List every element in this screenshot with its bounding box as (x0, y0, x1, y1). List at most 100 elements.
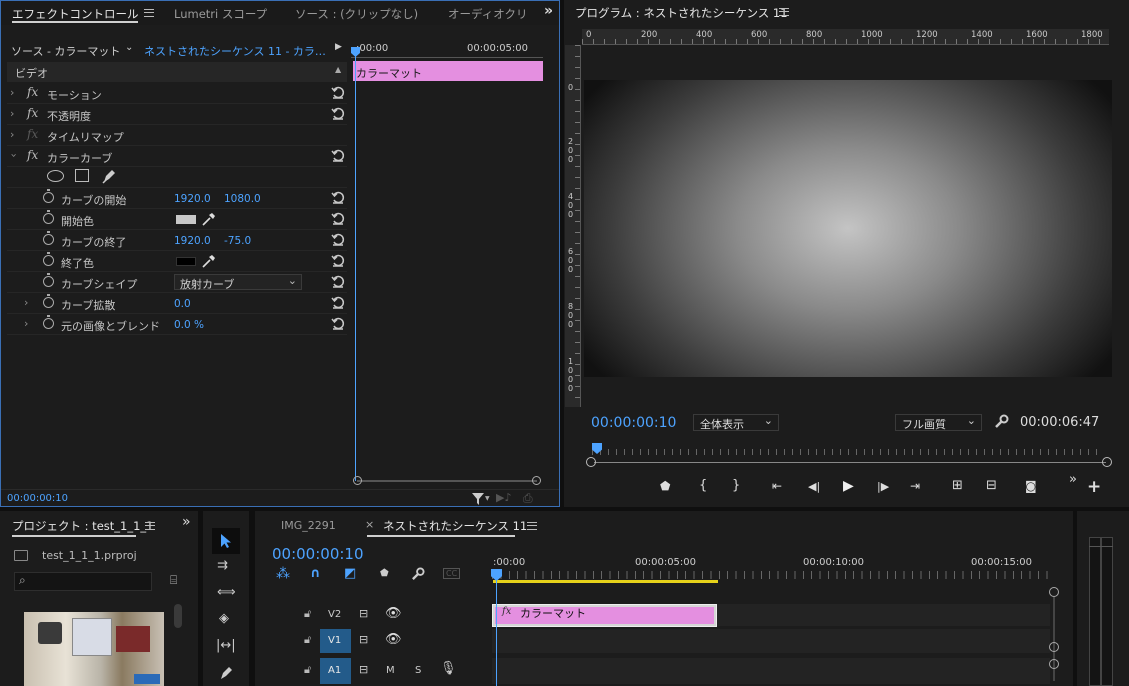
reset-icon[interactable] (331, 106, 345, 120)
slip-icon[interactable]: |↔| (216, 638, 236, 653)
sequence-link[interactable]: ネストされたシーケンス 11 - カラ… (144, 43, 326, 59)
effect-row-motion[interactable]: › fx モーション (7, 83, 347, 104)
timeline-clip-color-matte[interactable]: fx カラーマット (492, 604, 717, 627)
export-frame-icon[interactable]: ◙ (1025, 479, 1037, 493)
extract-icon[interactable]: ⊟ (986, 478, 997, 493)
timeline-v-scroll-handle-top[interactable] (1049, 587, 1059, 597)
program-zoom-handle-left[interactable] (586, 457, 596, 467)
eyedropper-icon[interactable] (201, 212, 216, 227)
linked-selection-icon[interactable]: ◩ (344, 566, 356, 581)
reset-icon[interactable] (331, 211, 345, 225)
param-value[interactable]: 0.0 % (174, 319, 204, 331)
tab-effect-controls[interactable]: エフェクトコントロール (12, 6, 139, 22)
add-button-icon[interactable]: + (1087, 477, 1101, 497)
find-bin-icon[interactable]: ⌸ (170, 573, 177, 588)
ec-footer-timecode[interactable]: 00:00:00:10 (7, 493, 68, 504)
param-row-end-color[interactable]: 終了色 (7, 251, 347, 272)
reset-icon[interactable] (331, 295, 345, 309)
fx-icon[interactable]: fx (27, 148, 38, 162)
solo-button[interactable]: S (415, 665, 421, 676)
rectangle-mask-icon[interactable] (75, 169, 89, 182)
microphone-icon[interactable]: 🎙︎ (440, 661, 457, 676)
effect-controls-menu-icon[interactable] (144, 9, 154, 17)
timeline-tab-sequence[interactable]: ネストされたシーケンス 11 (383, 518, 527, 534)
close-icon[interactable]: × (365, 518, 374, 531)
expand-chevron-icon[interactable]: › (24, 296, 28, 309)
wrench-icon[interactable] (411, 567, 425, 581)
overflow-chevron-icon[interactable]: » (1069, 472, 1077, 487)
collapse-chevron-icon[interactable]: › (8, 153, 21, 157)
project-scrollbar[interactable] (174, 604, 182, 628)
effect-row-opacity[interactable]: › fx 不透明度 (7, 104, 347, 125)
step-back-icon[interactable]: ◀| (808, 480, 820, 493)
reset-icon[interactable] (331, 316, 345, 330)
stopwatch-icon[interactable] (43, 189, 54, 203)
track-select-icon[interactable]: ⇉ (217, 558, 228, 573)
end-color-swatch[interactable] (176, 257, 196, 266)
timeline-playhead-line[interactable] (496, 575, 497, 686)
eye-icon[interactable]: 👁︎ (385, 632, 402, 647)
timeline-tab-img[interactable]: IMG_2291 (281, 519, 336, 532)
timeline-v-scroll-handle-bot[interactable] (1049, 659, 1059, 669)
track-name[interactable]: V1 (328, 635, 341, 646)
timeline-menu-icon[interactable] (527, 522, 537, 530)
expand-chevron-icon[interactable]: › (10, 86, 14, 99)
snap-magnet-icon[interactable]: ∩ (310, 566, 321, 581)
ec-zoom-handle-left[interactable] (353, 476, 362, 485)
param-row-blend[interactable]: › 元の画像とブレンド 0.0 % (7, 314, 347, 335)
project-menu-icon[interactable] (145, 522, 155, 530)
param-row-start-color[interactable]: 開始色 (7, 209, 347, 230)
overflow-chevron-icon[interactable]: » (544, 3, 553, 19)
reset-icon[interactable] (331, 232, 345, 246)
track-name[interactable]: V2 (328, 609, 341, 620)
tab-audio-clip[interactable]: オーディオクリ (448, 6, 527, 22)
stopwatch-icon[interactable] (43, 315, 54, 329)
step-forward-icon[interactable]: |▶ (877, 480, 889, 493)
lift-icon[interactable]: ⊞ (952, 478, 963, 493)
param-value-y[interactable]: 1080.0 (224, 193, 261, 205)
stopwatch-icon[interactable] (43, 231, 54, 245)
project-title[interactable]: プロジェクト : test_1_1_1 (12, 518, 153, 534)
program-video-frame[interactable] (584, 80, 1112, 377)
timeline-timecode[interactable]: 00:00:00:10 (272, 545, 364, 563)
effect-row-time-remap[interactable]: › fx タイムリマップ (7, 125, 347, 146)
go-to-in-icon[interactable]: ⇤ (772, 479, 782, 493)
track-name[interactable]: A1 (328, 665, 341, 676)
program-title[interactable]: プログラム : ネストされたシーケンス 11 (575, 5, 788, 21)
program-timecode[interactable]: 00:00:00:10 (591, 415, 676, 431)
ripple-edit-icon[interactable]: ⟺ (217, 585, 236, 600)
nest-icon[interactable]: ⁂ (276, 566, 290, 582)
mute-button[interactable]: M (386, 665, 395, 676)
reset-icon[interactable] (331, 253, 345, 267)
mark-out-icon[interactable]: } (732, 478, 740, 493)
pen-mask-icon[interactable] (101, 168, 117, 185)
collapse-arrow-icon[interactable]: ▲ (335, 65, 341, 74)
param-row-curve-start[interactable]: カーブの開始 1920.0 1080.0 (7, 188, 347, 209)
ec-clip-bar[interactable]: カラーマット (353, 61, 543, 81)
curve-shape-dropdown[interactable]: 放射カーブ ⌄ (174, 274, 302, 291)
ec-zoom-handle-right[interactable] (532, 476, 541, 485)
source-dropdown-chevron-icon[interactable]: ⌄ (125, 42, 133, 53)
reset-icon[interactable] (331, 85, 345, 99)
go-to-out-icon[interactable]: ⇥ (910, 479, 920, 493)
expand-chevron-icon[interactable]: › (10, 107, 14, 120)
add-marker-icon[interactable]: ⬟ (380, 568, 389, 579)
play-clip-icon[interactable]: ▶ (335, 42, 342, 52)
pen-tool-icon[interactable] (218, 665, 234, 681)
mark-in-icon[interactable]: { (699, 478, 707, 493)
expand-chevron-icon[interactable]: › (10, 128, 14, 141)
param-value-x[interactable]: 1920.0 (174, 235, 211, 247)
eyedropper-icon[interactable] (201, 254, 216, 269)
stopwatch-icon[interactable] (43, 252, 54, 266)
work-area-bar[interactable] (493, 580, 718, 583)
stopwatch-icon[interactable] (43, 294, 54, 308)
reset-icon[interactable] (331, 274, 345, 288)
reset-icon[interactable] (331, 190, 345, 204)
zoom-dropdown[interactable]: 全体表示 ⌄ (693, 414, 779, 431)
effect-row-color-curve[interactable]: › fx カラーカーブ (7, 146, 347, 167)
lock-icon[interactable]: 🔓︎ (304, 633, 311, 647)
toggle-sync-icon[interactable]: ⊟ (359, 633, 368, 646)
wrench-icon[interactable] (994, 414, 1009, 429)
overflow-chevron-icon[interactable]: » (182, 514, 191, 530)
tab-source[interactable]: ソース : (クリップなし) (295, 6, 418, 22)
